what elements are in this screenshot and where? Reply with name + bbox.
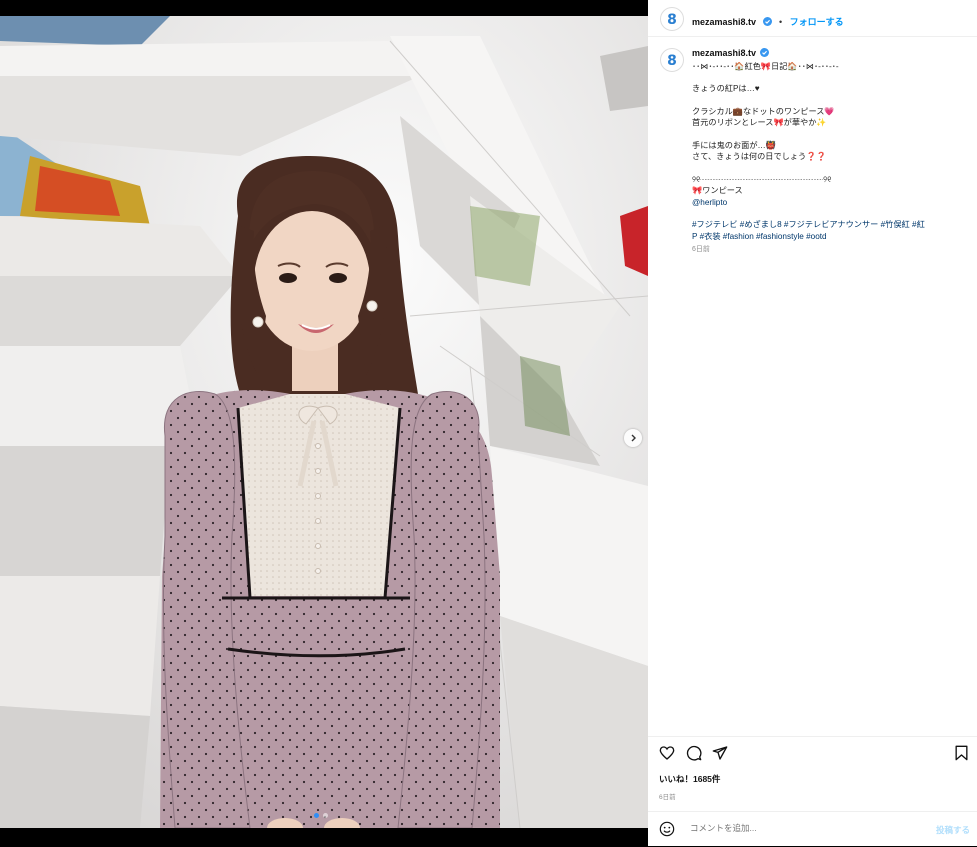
svg-text:8: 8 [667, 12, 677, 28]
bookmark-icon [954, 745, 969, 765]
svg-text:8: 8 [667, 53, 677, 69]
caption-line: 首元のリボンとレース🎀が華やか✨ [692, 118, 827, 127]
follow-button[interactable]: フォローする [790, 17, 844, 27]
caption-avatar[interactable]: 8 [660, 48, 684, 72]
save-button[interactable] [954, 745, 969, 766]
caption-line: きょうの紅Pは…♥ [692, 84, 760, 93]
post-timestamp: 6日前 [659, 794, 676, 801]
smiley-icon[interactable] [659, 821, 675, 842]
header-separator: • [778, 17, 783, 27]
carousel-dot-2 [323, 813, 328, 818]
share-button[interactable] [712, 745, 728, 766]
carousel-next-button[interactable] [624, 429, 642, 447]
verified-badge-icon [762, 13, 772, 31]
photo-illustration [0, 16, 648, 828]
caption-mention-link[interactable]: @herlipto [692, 197, 962, 209]
post-photo [0, 16, 648, 828]
caption-line: さて、きょうは何の日でしょう❓❓ [692, 152, 827, 161]
carousel-indicator [314, 813, 328, 818]
comment-button[interactable] [686, 745, 702, 766]
carousel-dot-1 [314, 813, 319, 818]
caption-line: クラシカル💼なドットのワンピース💗 [692, 106, 835, 116]
caption-line: 🎀ワンピース [692, 186, 743, 195]
like-count[interactable]: いいね！1685件 [659, 773, 720, 785]
post-caption: mezamashi8.tv ･･⋈･-･･-･･🏠紅色🎀日記🏠･･⋈･-･･-･… [692, 48, 962, 256]
caption-hashtags[interactable]: #フジテレビ #めざまし8 #フジテレビアナウンサー #竹俣紅 #紅 [692, 219, 962, 231]
comment-input[interactable] [688, 822, 912, 834]
post-username[interactable]: mezamashi8.tv [692, 17, 756, 27]
post-header: 8 mezamashi8.tv • フォローする [648, 0, 977, 37]
post-side-panel: 8 mezamashi8.tv • フォローする 8 mezamashi8.tv… [648, 0, 977, 846]
avatar[interactable]: 8 [660, 7, 684, 31]
caption-age: 6日前 [692, 246, 710, 253]
heart-icon [659, 746, 675, 765]
caption-line: ･･⋈･-･･-･･🏠紅色🎀日記🏠･･⋈･-･･-･- [692, 61, 839, 71]
caption-line: 手には鬼のお面が…👹 [692, 140, 776, 150]
caption-hashtags[interactable]: P #衣装 #fashion #fashionstyle #ootd [692, 231, 962, 243]
chevron-right-icon [629, 434, 637, 442]
post-comment-button[interactable]: 投稿する [936, 824, 970, 836]
comment-bar: 投稿する [648, 811, 977, 847]
caption-username[interactable]: mezamashi8.tv [692, 48, 756, 58]
comment-icon [686, 745, 702, 765]
share-icon [712, 746, 728, 765]
like-button[interactable] [659, 745, 675, 766]
verified-badge-icon [760, 48, 770, 61]
caption-line: ୨୧┈┈┈┈┈┈┈┈┈┈┈┈┈┈┈୨୧ [692, 174, 832, 184]
